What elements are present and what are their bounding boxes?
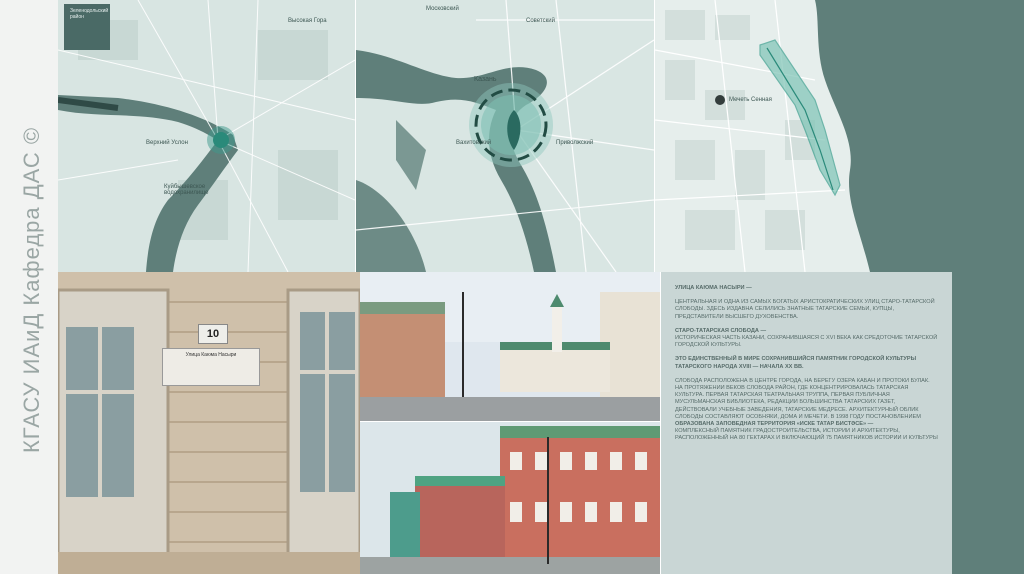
house-number: 10	[206, 328, 220, 340]
map-label: Вахитовский	[456, 140, 492, 146]
regional-map: Зеленодольский район Верхний Услон Куйбы…	[58, 0, 355, 272]
regional-map-graphic	[58, 0, 355, 272]
map-label: Верхний Услон	[146, 140, 188, 146]
wooden-house-graphic	[58, 272, 360, 574]
map-label: Высокая Гора	[288, 18, 327, 24]
paragraph-sloboda: историческая часть Казани, сохранившаяся…	[675, 335, 938, 349]
map-label: Советский	[526, 18, 555, 24]
map-label: Мечеть Сенная	[729, 97, 772, 103]
photo-mosque-street	[360, 272, 660, 421]
map-label: Московский	[426, 6, 459, 12]
plaque-title: Улица Каюма Насыри	[185, 352, 237, 358]
description-panel: Улица Каюма Насыри — центральная и одна …	[661, 272, 952, 574]
district-map: Мечеть Сенная	[655, 0, 896, 272]
map-label: Куйбышевское водохранилище	[164, 184, 209, 196]
paragraph-street: центральная и одна из самых богатых арис…	[675, 299, 935, 320]
side-label: КГАСУ ИАиД Кафедра ДАС ©	[19, 126, 44, 454]
paragraph-unique: Это единственный в мире сохранившийся па…	[675, 356, 917, 370]
city-map: Казань Московский Советский Вахитовский …	[356, 0, 654, 272]
photo-wooden-house: 10 Улица Каюма Насыри	[58, 272, 360, 574]
heading-street: Улица Каюма Насыри —	[675, 285, 752, 291]
mosque-street-graphic	[360, 272, 660, 421]
map-label: Казань	[474, 76, 497, 83]
inset-label: Зеленодольский район	[70, 8, 109, 20]
house-number-plate: 10	[198, 324, 228, 344]
memorial-plaque: Улица Каюма Насыри	[162, 348, 260, 386]
city-map-graphic	[356, 0, 654, 272]
paragraph-reserve: комплексный памятник градостроительства,…	[675, 428, 938, 442]
right-accent-strip	[952, 0, 1024, 574]
map-lake-strip	[896, 0, 952, 272]
colorful-houses-graphic	[360, 422, 660, 574]
photo-colorful-houses	[360, 422, 660, 574]
map-label: Приволжский	[556, 140, 594, 146]
heading-sloboda: Старо-Татарская слобода —	[675, 327, 767, 334]
paragraph-location: Слобода расположена в центре города, на …	[675, 377, 930, 420]
district-map-graphic	[655, 0, 896, 272]
